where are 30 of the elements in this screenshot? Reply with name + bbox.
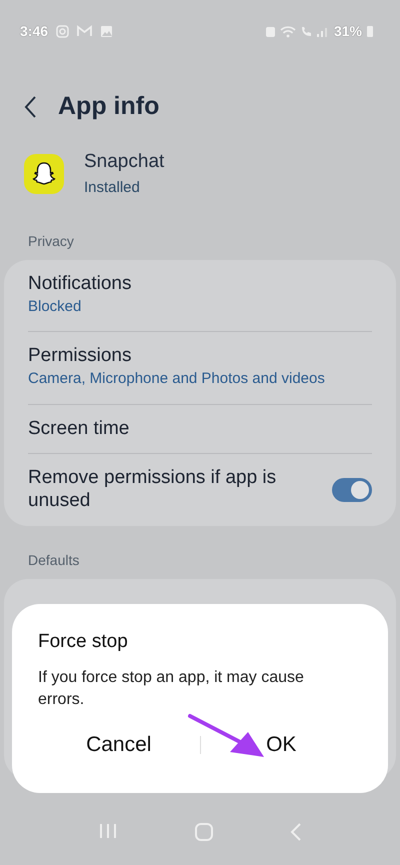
dialog-message: If you force stop an app, it may cause errors. (38, 668, 305, 710)
setting-value: Blocked (28, 296, 82, 317)
toggle-switch[interactable] (332, 478, 372, 502)
home-icon[interactable] (194, 822, 214, 842)
call-icon (300, 24, 312, 38)
wifi-icon (280, 24, 296, 38)
image-icon (100, 24, 114, 38)
app-name: Snapchat (84, 150, 164, 174)
setting-value: Camera, Microphone and Photos and videos (28, 369, 326, 390)
battery-text: 31% (334, 22, 362, 40)
mail-icon (77, 25, 92, 37)
camera-icon (56, 24, 70, 38)
setting-title[interactable]: Remove permissions if app is unused (28, 467, 316, 513)
section-label: Privacy (27, 232, 75, 251)
battery-icon (366, 24, 374, 38)
dialog-button[interactable]: Cancel (84, 727, 154, 763)
back-button[interactable] (24, 94, 38, 120)
recents-icon[interactable] (98, 822, 118, 840)
app-icon (24, 154, 64, 194)
dialog-button[interactable]: OK (264, 727, 298, 763)
time-text: 3:46 (20, 22, 48, 40)
setting-title[interactable]: Screen time (28, 418, 372, 440)
app-status: Installed (84, 178, 141, 198)
back-icon (24, 94, 38, 119)
setting-title[interactable]: Notifications (28, 273, 372, 296)
page-title: App info (58, 91, 160, 122)
section-label: Defaults (27, 550, 80, 570)
back-nav-icon[interactable] (290, 822, 302, 842)
dialog-title: Force stop (38, 630, 129, 654)
setting-title[interactable]: Permissions (28, 345, 372, 368)
